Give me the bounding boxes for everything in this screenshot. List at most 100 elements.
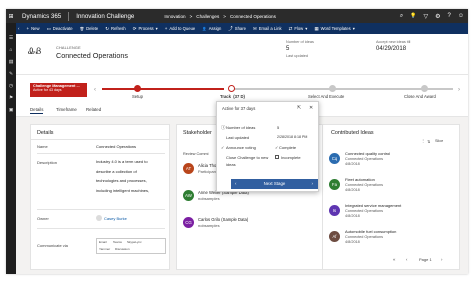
avatar: CG [183,217,194,228]
help-icon[interactable]: ? [448,13,451,19]
stage-select-execute-label[interactable]: Select And Execute [308,94,344,99]
menu-icon[interactable]: ☰ [6,36,16,41]
flow-button[interactable]: ⇄ Flow ▾ [289,26,308,32]
flyout-duration: Active for 37 days [222,106,256,111]
last-updated-label: Last updated [286,54,308,58]
stakeholder-role: nobsamples [198,196,220,201]
entity-type: CHALLENGE [56,46,81,50]
refresh-button[interactable]: ↻ Refresh [105,26,125,32]
sort-icon[interactable]: ⇅ [427,139,430,144]
dock-icon[interactable]: ⇱ [297,105,301,111]
process-button[interactable]: ⟳ Process ▾ [133,26,158,32]
chevron-right-icon: › [311,181,313,186]
flyout-announce-status[interactable]: Complete [279,145,296,150]
idea-name[interactable]: Automobile fuel consumption [345,229,396,234]
app-window: ⊞ Dynamics 365 Innovation Challenge Inno… [6,9,468,274]
user-avatar-icon [96,215,102,221]
sort-label[interactable]: Slice [435,139,443,143]
word-templates-button[interactable]: ▦ Word Templates ▾ [314,26,354,32]
share-button[interactable]: ⤴ Share [228,26,246,32]
stage-track-label[interactable]: Track (37 D) [220,94,245,99]
search-icon[interactable]: ⌕ [400,13,403,20]
gear-icon[interactable]: ⚙ [435,13,440,20]
name-field[interactable]: Connected Operations [96,142,160,152]
clock-icon[interactable]: ◷ [6,84,16,89]
delete-button[interactable]: 🗑 Delete [80,26,99,31]
option-skype[interactable]: SkypeLync [127,240,142,244]
option-teams[interactable]: Teams [113,240,122,244]
trash-icon: 🗑 [79,26,85,31]
chevron-down-icon: ▾ [352,26,355,31]
filter-icon[interactable]: ▽ [424,13,429,20]
communicate-via-multiselect[interactable]: Email Teams SkypeLync Yammer Discussion [96,238,166,254]
pager-next-icon[interactable]: › [441,257,442,262]
close-icon[interactable]: ✕ [309,105,313,111]
breadcrumb-innovation[interactable]: Innovation [164,14,185,19]
deactivate-label: Deactivate [52,26,73,31]
stage-setup-label[interactable]: Setup [132,94,143,99]
lightbulb-icon[interactable]: 💡 [410,13,416,19]
refresh-label: Refresh [111,26,126,31]
app-title[interactable]: Innovation Challenge [76,13,134,20]
grid-icon[interactable]: ▣ [6,108,16,113]
breadcrumb-current: Connected Operations [229,13,276,19]
list-item[interactable]: Cq Connected quality control Connected O… [329,149,449,173]
more-options-icon[interactable]: ⋮ [421,138,425,143]
stage-close-award-marker[interactable] [421,85,428,92]
tab-related[interactable]: Related [86,107,101,112]
person-icon: 👤 [202,26,207,31]
idea-name[interactable]: Connected quality control [345,151,390,156]
idea-name[interactable]: Integrated service management [345,203,401,208]
flyout-close-challenge-label[interactable]: Close Challenge to new ideas [226,155,272,168]
share-label: Share [234,26,246,31]
option-email[interactable]: Email [99,240,107,244]
list-item[interactable]: Af Automobile fuel consumption Connected… [329,227,449,251]
flyout-close-challenge-status[interactable]: Incomplete [281,155,301,160]
stakeholder-role: Participant [198,169,217,174]
tab-timeframe[interactable]: Timeframe [56,107,77,112]
description-field[interactable]: Industry 4.0 is a term used to describe … [96,157,160,195]
refresh-icon: ↻ [105,25,110,31]
chevron-right-icon[interactable]: › [458,87,460,93]
active-process[interactable]: Challenge Management ... Active for 43 d… [30,83,87,97]
email-link-button[interactable]: ✉ Email a Link [253,26,282,32]
incomplete-checkbox[interactable] [275,155,279,159]
option-yammer[interactable]: Yammer [99,247,110,251]
top-navigation: ⊞ Dynamics 365 Innovation Challenge Inno… [6,9,468,23]
deactivate-button[interactable]: ▭ Deactivate [47,26,73,32]
avatar: Is [329,205,340,216]
app-launcher-icon[interactable]: ⊞ [6,13,16,20]
idea-name[interactable]: Fleet automation [345,177,375,182]
next-stage-button[interactable]: ‹ Next Stage › [231,179,318,189]
list-item[interactable]: Is Integrated service management Connect… [329,201,449,225]
stage-select-execute-marker[interactable] [329,85,336,92]
option-discussion[interactable]: Discussion [115,247,130,251]
left-navigation: ☰ ⌂ ▤ ✎ ◷ ⚑ ▣ [6,23,16,274]
pager-first-icon[interactable]: « [393,257,395,262]
owner-field[interactable]: Casey Burke [96,215,127,221]
user-icon[interactable]: ☺ [458,13,464,19]
back-button[interactable]: ‹ [18,26,20,31]
new-button[interactable]: + New [27,26,40,31]
details-title: Details [37,130,54,136]
list-icon[interactable]: ▤ [6,60,16,65]
list-item[interactable]: CG Carlos Grilo (Sample Data) nobsamples [183,215,283,235]
home-icon[interactable]: ⌂ [6,48,16,53]
chevron-left-icon[interactable]: ‹ [94,87,96,93]
pager-previous-icon[interactable]: ‹ [406,257,407,262]
add-to-queue-button[interactable]: + Add to Queue [165,26,195,31]
stage-setup-marker[interactable] [134,85,141,92]
new-label: New [31,26,40,31]
edit-icon[interactable]: ✎ [6,72,16,77]
assign-button[interactable]: 👤 Assign [202,26,221,31]
divider [31,139,169,140]
list-item[interactable]: Fa Fleet automation Connected Operations… [329,175,449,199]
record-title: Connected Operations [56,51,128,60]
stage-track-marker[interactable] [228,85,235,92]
flyout-announce-label[interactable]: Announce voting [226,145,256,150]
flag-icon[interactable]: ⚑ [6,96,16,101]
stage-close-award-label[interactable]: Close And Award [404,94,436,99]
tab-details[interactable]: Details [30,107,44,114]
stakeholder-name[interactable]: Carlos Grilo (Sample Data) [198,217,248,222]
breadcrumb-challenges[interactable]: Challenges [196,14,219,19]
